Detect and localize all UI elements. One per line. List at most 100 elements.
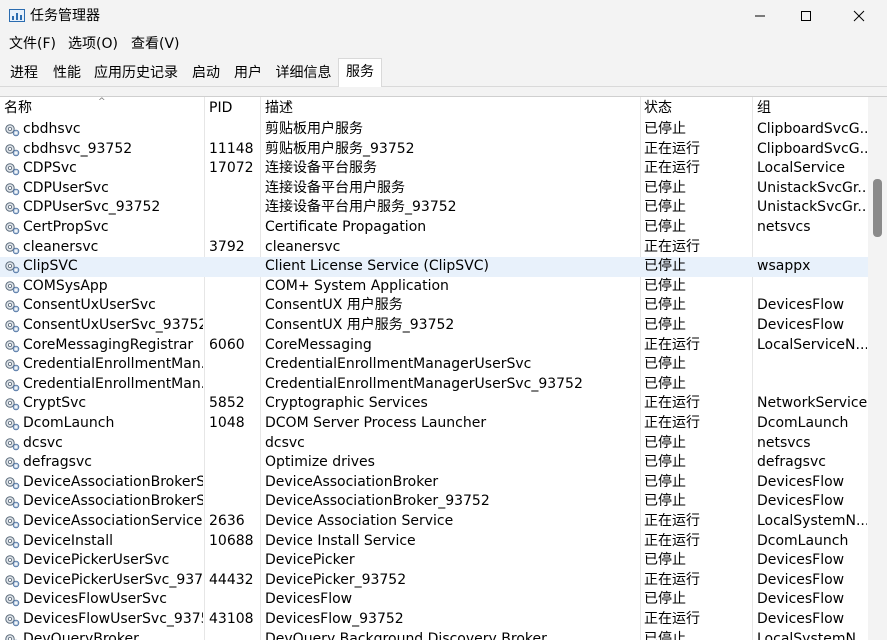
service-group: DevicesFlow [757, 473, 845, 490]
service-pid [209, 120, 259, 139]
service-name: dcsvc [23, 434, 63, 451]
vertical-scrollbar[interactable] [868, 97, 887, 640]
service-row[interactable]: cbdhsvc_93752 11148 剪贴板用户服务_93752 正在运行 Clipb… [0, 140, 868, 160]
service-name: DevicesFlowUserSvc [23, 591, 167, 608]
tab-processes[interactable]: 进程 [5, 60, 43, 87]
service-status: 正在运行 [644, 336, 700, 353]
service-row[interactable]: DevicesFlowUserSvc_93752 43108 DevicesFlow… [0, 610, 868, 630]
tab-performance[interactable]: 性能 [47, 60, 87, 87]
tab-users[interactable]: 用户 [229, 60, 267, 87]
service-row[interactable]: CryptSvc 5852 Cryptographic Services 正在运行 Ne… [0, 394, 868, 414]
service-row[interactable]: CDPUserSvc_93752 连接设备平台用户服务_93752 已停止 Unist… [0, 198, 868, 218]
close-icon [853, 10, 865, 22]
service-group: DevicesFlow [757, 552, 845, 569]
service-name: cbdhsvc_93752 [23, 140, 133, 157]
service-pid: 10688 [209, 532, 254, 549]
minimize-button[interactable] [737, 0, 783, 32]
close-button[interactable] [836, 0, 882, 32]
service-name: defragsvc [23, 454, 92, 471]
gear-icon [4, 475, 20, 490]
service-row[interactable]: CredentialEnrollmentMan... CredentialEnro… [0, 375, 868, 395]
service-description: ConsentUX 用户服务_93752 [265, 317, 455, 333]
service-description: Device Association Service [265, 513, 454, 529]
service-description: COM+ System Application [265, 277, 449, 294]
service-row[interactable]: DeviceAssociationService 2636 Device Assoc… [0, 512, 868, 532]
gear-icon [4, 279, 20, 294]
service-pid [209, 257, 259, 276]
service-row[interactable]: DeviceAssociationBrokerS... DeviceAssocia… [0, 473, 868, 493]
column-header-description[interactable]: 描述 [265, 97, 293, 120]
service-name: ClipSVC [23, 258, 78, 275]
gear-icon [4, 122, 20, 137]
column-header-name[interactable]: 名称 [4, 97, 32, 120]
service-row[interactable]: DevicePickerUserSvc DevicePicker 已停止 Device… [0, 551, 868, 571]
service-pid [209, 492, 259, 511]
service-status: 正在运行 [644, 160, 700, 177]
service-status: 正在运行 [644, 532, 700, 549]
service-group: DevicesFlow [757, 317, 845, 333]
service-row[interactable]: CredentialEnrollmentMan... CredentialEnro… [0, 355, 868, 375]
gear-icon [4, 632, 20, 640]
scrollbar-thumb[interactable] [873, 179, 882, 237]
column-header-row: 名称 ^ PID 描述 状态 组 [0, 97, 868, 120]
gear-icon [4, 318, 20, 333]
service-row[interactable]: CoreMessagingRegistrar 6060 CoreMessaging 正… [0, 336, 868, 356]
menu-view[interactable]: 查看(V) [131, 35, 180, 53]
service-group: DevicesFlow [757, 571, 845, 588]
maximize-button[interactable] [783, 0, 829, 32]
service-row[interactable]: ConsentUxUserSvc_93752 ConsentUX 用户服务_937… [0, 316, 868, 336]
service-status: 已停止 [644, 277, 686, 294]
service-row[interactable]: COMSysApp COM+ System Application 已停止 [0, 277, 868, 297]
tab-services[interactable]: 服务 [338, 58, 382, 88]
service-row[interactable]: defragsvc Optimize drives 已停止 defragsvc [0, 453, 868, 473]
service-description: 剪贴板用户服务_93752 [265, 140, 415, 157]
menu-options[interactable]: 选项(O) [68, 35, 118, 53]
service-description: CoreMessaging [265, 336, 372, 353]
service-status: 已停止 [644, 630, 686, 640]
service-description: DCOM Server Process Launcher [265, 415, 487, 431]
service-row[interactable]: CDPSvc 17072 连接设备平台服务 正在运行 LocalService [0, 159, 868, 179]
service-pid: 2636 [209, 513, 245, 529]
service-description: CredentialEnrollmentManagerUserSvc [265, 356, 532, 373]
service-row[interactable]: DevicePickerUserSvc_93752 44432 DevicePick… [0, 571, 868, 591]
service-row[interactable]: cleanersvc 3792 cleanersvc 正在运行 [0, 238, 868, 258]
service-row[interactable]: DevicesFlowUserSvc DevicesFlow 已停止 DevicesF… [0, 590, 868, 610]
service-name: DeviceAssociationBrokerS... [23, 493, 203, 510]
column-header-pid[interactable]: PID [209, 97, 232, 120]
service-row[interactable]: ConsentUxUserSvc ConsentUX 用户服务 已停止 Devices… [0, 296, 868, 316]
title-bar[interactable]: 任务管理器 [0, 0, 887, 32]
gear-icon [4, 436, 20, 451]
tab-startup[interactable]: 启动 [186, 60, 226, 87]
service-row[interactable]: ClipSVC Client License Service (ClipSVC) 已… [0, 257, 868, 277]
service-description: DevicePicker [265, 552, 355, 569]
column-header-group[interactable]: 组 [757, 97, 771, 120]
menu-file[interactable]: 文件(F) [9, 35, 56, 53]
service-row[interactable]: DeviceInstall 10688 Device Install Service… [0, 532, 868, 552]
service-row[interactable]: DeviceAssociationBrokerS... DeviceAssocia… [0, 492, 868, 512]
gear-icon [4, 357, 20, 372]
service-group: UnistackSvcGr... [757, 179, 867, 196]
gear-icon [4, 200, 20, 215]
service-row[interactable]: CDPUserSvc 连接设备平台用户服务 已停止 UnistackSvcGr... [0, 179, 868, 199]
service-pid [209, 355, 259, 374]
service-pid [209, 590, 259, 609]
tab-app-history[interactable]: 应用历史记录 [90, 60, 182, 87]
services-list[interactable]: cbdhsvc 剪贴板用户服务 已停止 ClipboardSvcG... cbdhsvc… [0, 120, 868, 640]
column-header-status[interactable]: 状态 [644, 97, 672, 120]
service-description: CredentialEnrollmentManagerUserSvc_93752 [265, 375, 583, 392]
service-pid [209, 277, 259, 296]
service-row[interactable]: CertPropSvc Certificate Propagation 已停止 net… [0, 218, 868, 238]
tab-details[interactable]: 详细信息 [270, 60, 337, 87]
service-name: cleanersvc [23, 238, 99, 255]
service-status: 已停止 [644, 473, 686, 490]
service-name: DevicePickerUserSvc_93752 [23, 571, 203, 588]
service-name: DcomLaunch [23, 415, 115, 431]
service-name: ConsentUxUserSvc [23, 297, 156, 314]
service-row[interactable]: dcsvc dcsvc 已停止 netsvcs [0, 434, 868, 454]
service-row[interactable]: DcomLaunch 1048 DCOM Server Process Launch… [0, 414, 868, 434]
service-status: 正在运行 [644, 395, 700, 412]
service-group: LocalSystemN... [757, 630, 867, 640]
service-description: Device Install Service [265, 532, 416, 549]
service-row[interactable]: cbdhsvc 剪贴板用户服务 已停止 ClipboardSvcG... [0, 120, 868, 140]
service-row[interactable]: DevQueryBroker DevQuery Background Discov… [0, 630, 868, 640]
